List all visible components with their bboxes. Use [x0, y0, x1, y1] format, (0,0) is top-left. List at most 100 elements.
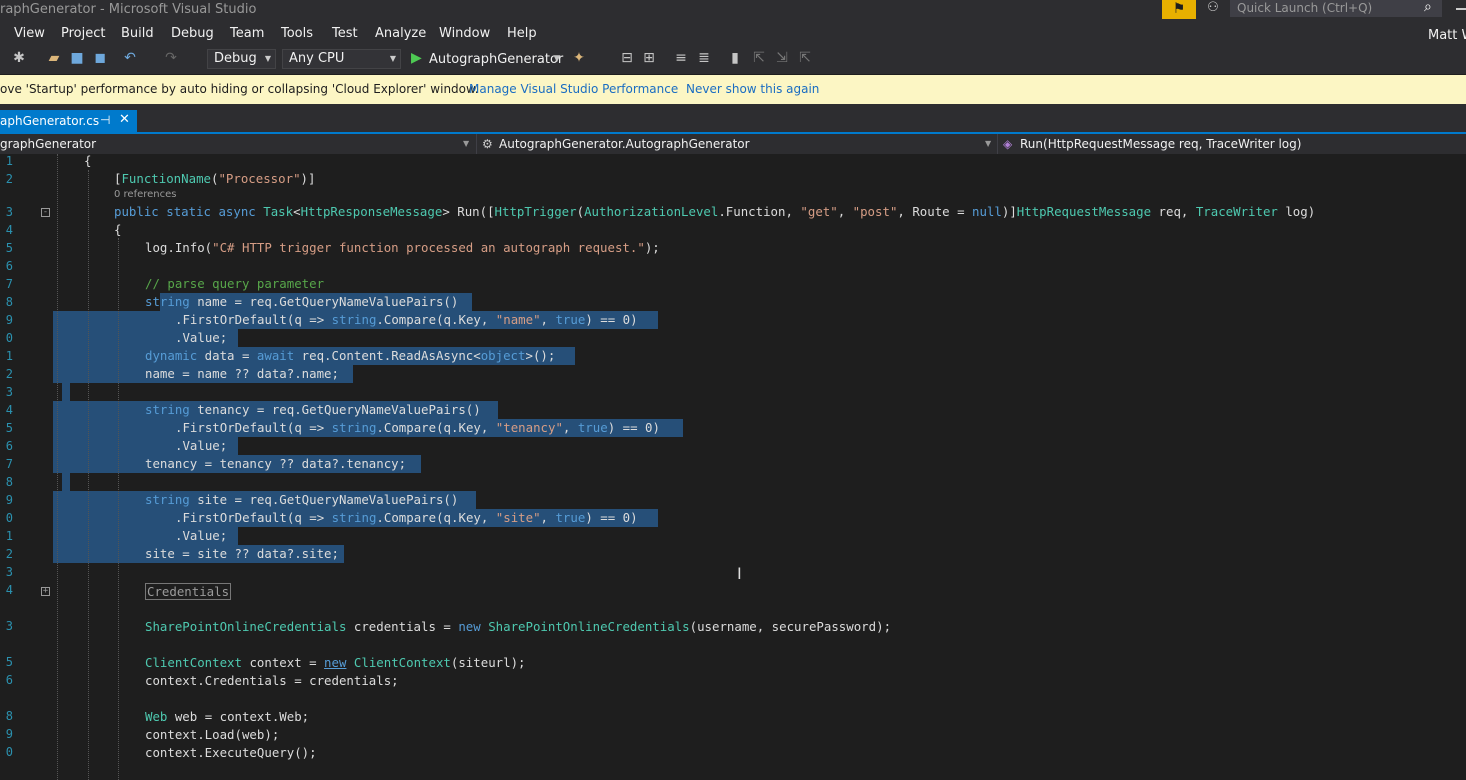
code-line: {: [114, 222, 122, 237]
collapse-icon[interactable]: -: [41, 208, 50, 217]
line-number: 1: [5, 349, 13, 363]
line-number: 6: [5, 259, 13, 273]
line-number: 2: [5, 367, 13, 381]
line-number: 4: [5, 403, 13, 417]
prev-bookmark-icon[interactable]: ⇱: [750, 50, 768, 66]
platform-dropdown[interactable]: Any CPU ▼: [282, 49, 401, 69]
code-line: tenancy = tenancy ?? data?.tenancy;: [145, 456, 407, 471]
save-all-icon[interactable]: ◼: [91, 50, 109, 66]
save-icon[interactable]: ■: [68, 50, 86, 66]
configuration-dropdown[interactable]: Debug ▼: [207, 49, 276, 69]
manage-performance-link[interactable]: Manage Visual Studio Performance: [469, 82, 678, 96]
chevron-down-icon[interactable]: ▼: [463, 134, 469, 154]
menu-test[interactable]: Test: [332, 26, 358, 41]
line-number: 3: [5, 385, 13, 399]
close-icon[interactable]: ✕: [119, 112, 130, 127]
indent-guide: [57, 154, 58, 780]
line-number: 0: [5, 331, 13, 345]
line-number: 1: [5, 529, 13, 543]
code-line: [FunctionName("Processor")]: [114, 171, 316, 186]
code-line: Credentials: [145, 583, 232, 600]
play-icon[interactable]: ▶: [411, 50, 422, 66]
menu-build[interactable]: Build: [121, 26, 154, 41]
account-icon[interactable]: ⚇: [1204, 0, 1222, 18]
tab-label: aphGenerator.cs: [0, 114, 100, 128]
code-line: .Value;: [175, 438, 228, 453]
menu-debug[interactable]: Debug: [171, 26, 214, 41]
class-icon: ⚙: [482, 137, 493, 151]
minimize-icon[interactable]: [1456, 8, 1466, 10]
code-line: {: [84, 153, 92, 168]
step-icon[interactable]: ⊟: [618, 50, 636, 66]
line-number: 9: [5, 313, 13, 327]
code-line: dynamic data = await req.Content.ReadAsA…: [145, 348, 556, 363]
line-number: 7: [5, 457, 13, 471]
search-icon[interactable]: ⌕: [1424, 0, 1432, 15]
uncomment-icon[interactable]: ≣: [695, 50, 713, 66]
project-dropdown[interactable]: graphGenerator: [0, 134, 96, 154]
code-line: name = name ?? data?.name;: [145, 366, 339, 381]
indent-guide: [88, 170, 89, 780]
code-line: string site = req.GetQueryNameValuePairs…: [145, 492, 459, 507]
chevron-down-icon: ▼: [389, 54, 396, 63]
undo-icon[interactable]: ↶: [121, 50, 139, 66]
line-number: 2: [5, 172, 13, 186]
menu-view[interactable]: View: [14, 26, 45, 41]
menu-tools[interactable]: Tools: [281, 26, 313, 41]
code-line: .FirstOrDefault(q => string.Compare(q.Ke…: [175, 420, 660, 435]
code-line: public static async Task<HttpResponseMes…: [114, 204, 1316, 219]
code-line: .FirstOrDefault(q => string.Compare(q.Ke…: [175, 312, 638, 327]
pin-icon[interactable]: ⊣: [100, 113, 110, 127]
code-line: context.ExecuteQuery();: [145, 745, 317, 760]
menu-window[interactable]: Window: [439, 26, 490, 41]
open-folder-icon[interactable]: ▰: [45, 50, 63, 66]
redo-icon[interactable]: ↷: [162, 50, 180, 66]
clear-bookmarks-icon[interactable]: ⇱: [796, 50, 814, 66]
feedback-icon[interactable]: ⚑: [1162, 0, 1196, 19]
line-number: 0: [5, 511, 13, 525]
line-number: 2: [5, 547, 13, 561]
member-dropdown[interactable]: Run(HttpRequestMessage req, TraceWriter …: [1020, 134, 1301, 154]
menu-project[interactable]: Project: [61, 26, 105, 41]
comment-icon[interactable]: ≡: [672, 50, 690, 66]
next-bookmark-icon[interactable]: ⇲: [773, 50, 791, 66]
new-project-icon[interactable]: ✱: [10, 50, 28, 66]
bookmark-icon[interactable]: ▮: [726, 50, 744, 66]
line-number: 6: [5, 439, 13, 453]
expand-icon[interactable]: +: [41, 587, 50, 596]
chevron-down-icon[interactable]: ▼: [985, 134, 991, 154]
line-number: 5: [5, 241, 13, 255]
codelens-references[interactable]: 0 references: [114, 189, 177, 200]
window-title: raphGenerator - Microsoft Visual Studio: [0, 2, 257, 17]
line-number: 0: [5, 745, 13, 759]
code-line: Web web = context.Web;: [145, 709, 310, 724]
code-line: .Value;: [175, 330, 228, 345]
menu-help[interactable]: Help: [507, 26, 537, 41]
platform-value: Any CPU: [289, 51, 345, 66]
line-number: 3: [5, 205, 13, 219]
line-number: 6: [5, 673, 13, 687]
code-line: string name = req.GetQueryNameValuePairs…: [145, 294, 459, 309]
menu-analyze[interactable]: Analyze: [375, 26, 426, 41]
never-show-again-link[interactable]: Never show this again: [686, 82, 819, 96]
line-number: 1: [5, 154, 13, 168]
collapsed-region[interactable]: Credentials: [145, 583, 232, 600]
start-debugging-button[interactable]: AutographGenerator: [429, 52, 563, 67]
line-number: 9: [5, 727, 13, 741]
line-number: 8: [5, 709, 13, 723]
code-line: SharePointOnlineCredentials credentials …: [145, 619, 892, 634]
line-number: 3: [5, 565, 13, 579]
line-number: 3: [5, 619, 13, 633]
info-message: ove 'Startup' performance by auto hiding…: [0, 82, 479, 96]
browser-link-icon[interactable]: ✦: [570, 50, 588, 66]
quick-launch-input[interactable]: Quick Launch (Ctrl+Q): [1230, 0, 1442, 17]
selection: [62, 473, 70, 491]
menu-team[interactable]: Team: [230, 26, 264, 41]
user-name[interactable]: Matt W: [1428, 28, 1466, 43]
line-number: 5: [5, 421, 13, 435]
chevron-down-icon[interactable]: ▼: [548, 54, 566, 64]
step-over-icon[interactable]: ⊞: [640, 50, 658, 66]
code-line: string tenancy = req.GetQueryNameValuePa…: [145, 402, 481, 417]
type-dropdown[interactable]: AutographGenerator.AutographGenerator: [499, 134, 750, 154]
configuration-value: Debug: [214, 51, 257, 66]
